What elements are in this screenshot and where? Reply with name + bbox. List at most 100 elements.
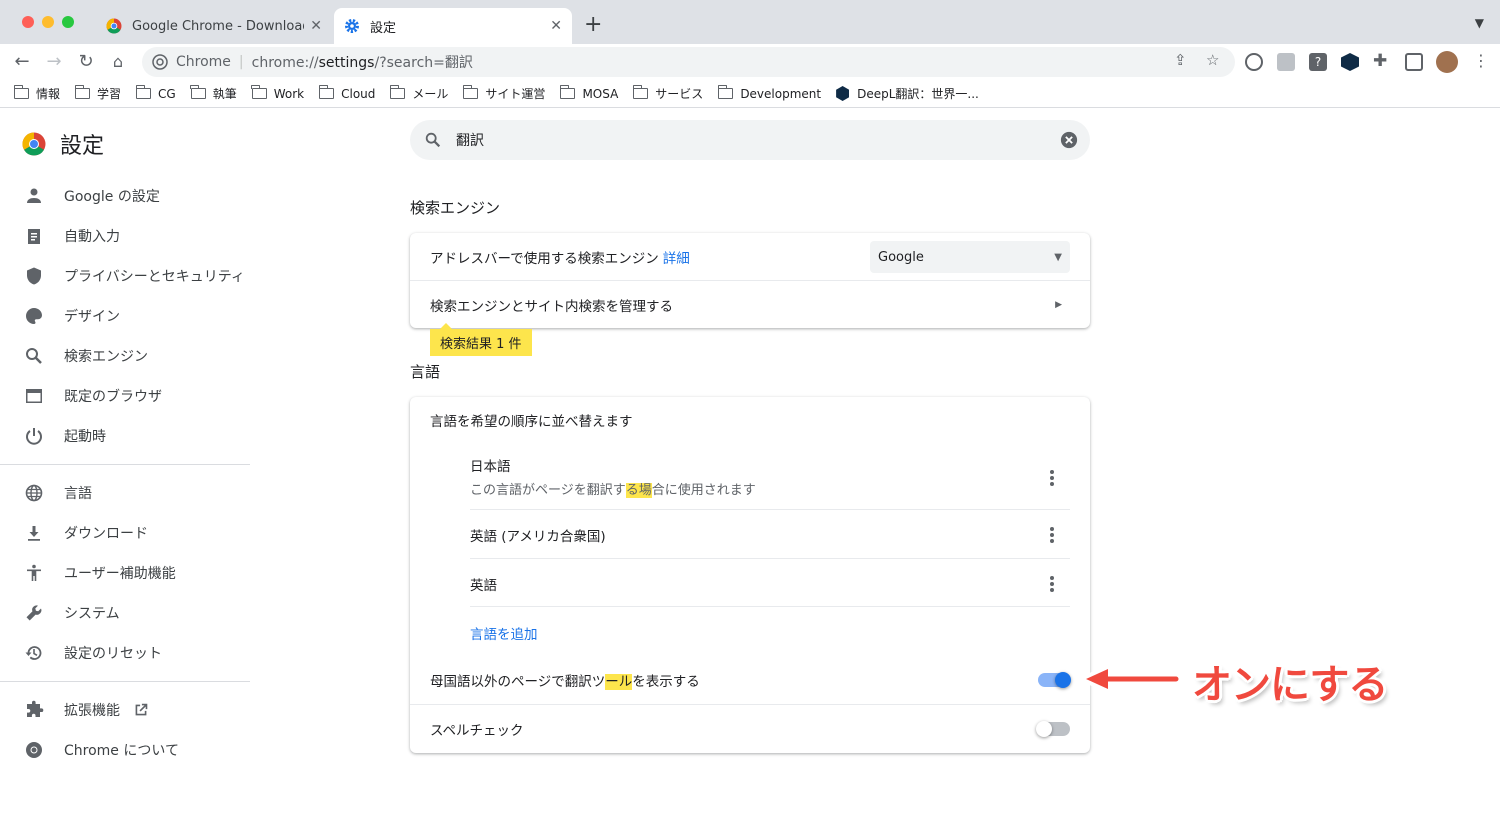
page-title: 設定 [60, 134, 105, 159]
sidebar-item-default-browser[interactable]: 既定のブラウザ [24, 384, 162, 408]
help-extension-icon[interactable]: ? [1309, 53, 1327, 71]
minimize-window-button[interactable] [42, 16, 54, 28]
search-engine-card: アドレスバーで使用する検索エンジン 詳細 Google ▼ 検索エンジンとサイト… [410, 233, 1090, 328]
bookmarks-bar: 情報 学習 CG 執筆 Work Cloud メール サイト運営 MOSA サー… [0, 80, 1500, 108]
star-icon[interactable]: ☆ [1206, 51, 1219, 69]
extension-icon-2[interactable] [1277, 53, 1295, 71]
more-options-icon[interactable] [1050, 527, 1054, 545]
spellcheck-toggle[interactable] [1036, 721, 1070, 737]
download-icon [28, 526, 40, 541]
extension-icon-1[interactable] [1245, 53, 1263, 71]
language-card: 言語を希望の順序に並べ替えます 日本語 この言語がページを翻訳する場合に使用され… [410, 397, 1090, 753]
browser-window-icon [26, 389, 42, 403]
home-button[interactable]: ⌂ [106, 50, 130, 74]
details-link[interactable]: 詳細 [663, 247, 690, 267]
new-tab-button[interactable]: + [584, 14, 602, 36]
close-window-button[interactable] [22, 16, 34, 28]
bookmark-folder[interactable]: 執筆 [190, 85, 237, 102]
more-options-icon[interactable] [1050, 576, 1054, 594]
settings-brand: 設定 [22, 128, 104, 160]
bookmark-folder[interactable]: Work [251, 85, 304, 101]
sidebar-divider [0, 681, 250, 682]
language-order-label: 言語を希望の順序に並べ替えます [430, 414, 633, 430]
default-search-engine-label: アドレスバーで使用する検索エンジン [430, 250, 659, 267]
sidebar-item-autofill[interactable]: 自動入力 [24, 224, 120, 248]
sidebar-item-about[interactable]: Chrome について [24, 738, 179, 762]
close-tab-icon[interactable]: ✕ [310, 18, 322, 34]
site-label: Chrome [176, 54, 231, 70]
close-tab-icon[interactable]: ✕ [550, 18, 562, 34]
address-bar[interactable]: Chrome | chrome://settings/?search=翻訳 [142, 47, 1235, 77]
settings-search[interactable]: 翻訳 [410, 120, 1090, 160]
bookmark-folder[interactable]: CG [135, 85, 176, 101]
folder-icon [251, 85, 267, 99]
bookmark-folder[interactable]: MOSA [559, 85, 618, 101]
bookmark-folder[interactable]: Cloud [318, 85, 375, 101]
reload-button[interactable]: ↻ [74, 50, 98, 74]
bookmark-folder[interactable]: メール [389, 85, 448, 102]
back-button[interactable]: ← [10, 50, 34, 74]
sidebar-item-google[interactable]: Google の設定 [24, 184, 160, 208]
bookmark-folder[interactable]: 学習 [74, 85, 121, 102]
sidebar-item-search-engine[interactable]: 検索エンジン [24, 344, 148, 368]
translate-toggle[interactable] [1038, 672, 1072, 688]
search-engine-select[interactable]: Google ▼ [870, 241, 1070, 273]
folder-icon [13, 85, 29, 99]
toggle-knob [1055, 672, 1071, 688]
bookmark-deepl[interactable]: DeepL翻訳：世界一... [836, 85, 979, 102]
language-item: 英語 (アメリカ合衆国) [470, 529, 606, 545]
tab-title: 設定 [370, 20, 397, 36]
sidebar-item-download[interactable]: ダウンロード [24, 521, 148, 545]
tab-chrome-download[interactable]: Google Chrome - Download the ✕ [96, 8, 332, 44]
deepl-extension-icon[interactable] [1341, 53, 1359, 71]
sidebar-divider [0, 464, 250, 465]
url-text: chrome://settings/?search=翻訳 [251, 55, 473, 71]
language-subtitle: この言語がページを翻訳する場合に使用されます [470, 483, 756, 498]
deepl-icon [836, 86, 850, 101]
translate-toggle-label: 母国語以外のページで翻訳ツールを表示する [430, 673, 700, 690]
language-name: 日本語 [470, 459, 511, 475]
sidebar-item-startup[interactable]: 起動時 [24, 424, 106, 448]
sidebar-item-privacy[interactable]: プライバシーとセキュリティ [24, 264, 245, 288]
language-item: 英語 [470, 578, 497, 594]
dropdown-arrow-icon: ▼ [1054, 251, 1062, 263]
puzzle-icon[interactable]: ✚ [1373, 51, 1387, 71]
sidebar-item-language[interactable]: 言語 [24, 481, 92, 505]
accessibility-icon [27, 564, 41, 581]
folder-icon [462, 85, 479, 99]
spellcheck-row: スペルチェック [410, 705, 1090, 753]
folder-icon [318, 85, 335, 99]
sidebar-item-design[interactable]: デザイン [24, 304, 120, 328]
add-language-link[interactable]: 言語を追加 [470, 623, 538, 643]
globe-icon [25, 484, 43, 502]
bookmark-folder[interactable]: 情報 [13, 85, 60, 102]
more-options-icon[interactable] [1050, 470, 1054, 488]
sidebar-item-system[interactable]: システム [24, 601, 120, 625]
search-result-badge: 検索結果 1 件 [430, 323, 532, 356]
chevron-down-icon[interactable]: ▼ [1475, 16, 1484, 30]
tab-settings[interactable]: 設定 ✕ [334, 8, 572, 44]
share-icon[interactable]: ⇪ [1174, 51, 1187, 69]
power-icon [26, 428, 42, 445]
bookmark-folder[interactable]: サービス [632, 85, 703, 102]
search-icon [26, 348, 42, 364]
title-bar: Google Chrome - Download the ✕ 設定 ✕ + ▼ [0, 0, 1500, 44]
sidebar-item-accessibility[interactable]: ユーザー補助機能 [24, 561, 176, 585]
manage-search-engines-row[interactable]: 検索エンジンとサイト内検索を管理する ▶ [410, 281, 1090, 328]
tab-title: Google Chrome - Download the [132, 18, 305, 34]
search-input[interactable]: 翻訳 [456, 130, 1060, 150]
default-search-engine-row: アドレスバーで使用する検索エンジン 詳細 Google ▼ [410, 233, 1090, 281]
avatar[interactable] [1436, 51, 1458, 73]
forward-button[interactable]: → [42, 50, 66, 74]
bookmark-folder[interactable]: Development [717, 85, 821, 101]
menu-icon[interactable]: ⋮ [1473, 51, 1489, 70]
chrome-logo-icon [22, 132, 46, 156]
search-icon [425, 132, 441, 148]
chrome-site-icon [152, 54, 168, 70]
side-panel-icon[interactable] [1405, 53, 1423, 71]
clear-search-icon[interactable] [1060, 131, 1078, 149]
sidebar-item-reset[interactable]: 設定のリセット [24, 641, 162, 665]
bookmark-folder[interactable]: サイト運営 [462, 85, 545, 102]
maximize-window-button[interactable] [62, 16, 74, 28]
sidebar-item-extensions[interactable]: 拡張機能 [24, 698, 150, 722]
